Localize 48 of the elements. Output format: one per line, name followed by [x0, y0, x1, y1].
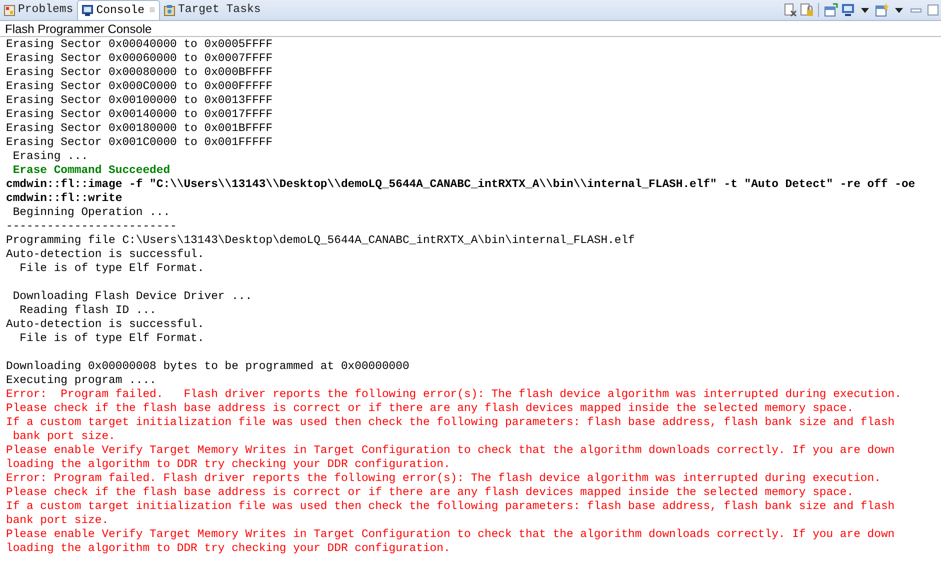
console-line: Erasing Sector 0x001C0000 to 0x001FFFFF: [6, 136, 273, 150]
console-line: loading the algorithm to DDR try checking your DDR configuration.: [6, 458, 450, 472]
tab[interactable]: Console ☒: [77, 0, 160, 20]
console-line: -------------------------: [6, 220, 177, 234]
console-line: Erasing Sector 0x000C0000 to 0x000FFFFF: [6, 80, 273, 94]
console-line: Please check if the flash base address is correct or if there are any flash devices mapped inside the selected memory space.: [6, 486, 854, 500]
console-line: Please enable Verify Target Memory Writes in Target Configuration to check that the algorithm downloads correctly. If you are down: [6, 528, 895, 542]
tab[interactable]: Target Tasks: [160, 0, 265, 20]
console-line: If a custom target initialization file was used then check the following parameters: flash base address, flash bank size and flash: [6, 416, 895, 430]
console-line: Erasing Sector 0x00100000 to 0x0013FFFF: [6, 94, 273, 108]
new-console-icon[interactable]: [874, 2, 889, 18]
console-line: loading the algorithm to DDR try checking your DDR configuration.: [6, 542, 450, 556]
console-line: Erasing Sector 0x00060000 to 0x0007FFFF: [6, 52, 273, 66]
console-line: Reading flash ID ...: [18, 304, 156, 318]
console-line: Erasing Sector 0x00080000 to 0x000BFFFF: [6, 66, 273, 80]
problems-icon: [4, 4, 15, 16]
console-line: cmdwin::fl::image -f "C:\\Users\\13143\\Desktop\\demoLQ_5644A_CANABC_intRXTX_A\\bin\\internal_FLASH.elf" -t "Auto Detect" -re off -oe: [6, 178, 916, 192]
console-line: Executing program ....: [6, 374, 156, 388]
console-line: bank port size.: [12, 430, 116, 444]
console-line: Beginning Operation ...: [12, 206, 170, 220]
close-icon[interactable]: ☒: [150, 4, 155, 18]
console-line: Erasing Sector 0x00040000 to 0x0005FFFF: [6, 38, 273, 52]
console-line: Auto-detection is successful.: [6, 248, 204, 262]
console-line: Erase Command Succeeded: [12, 164, 170, 178]
console-line: File is of type Elf Format.: [18, 262, 204, 276]
console-line: Downloading 0x00000008 bytes to be programmed at 0x00000000: [6, 360, 410, 374]
monitor-icon: [82, 5, 94, 16]
tab[interactable]: Problems: [0, 0, 78, 20]
lock-icon[interactable]: [799, 2, 814, 18]
console-line: cmdwin::fl::write: [6, 192, 122, 206]
clear-console-icon[interactable]: [782, 2, 797, 18]
console-line: Error: Program failed. Flash driver reports the following error(s): The flash device algorithm was interrupted during execution.: [6, 388, 902, 402]
console-line: bank port size.: [6, 514, 109, 528]
console-title: Flash Programmer Console: [0, 21, 941, 37]
console-line: Error: Program failed. Flash driver reports the following error(s): The flash device algorithm was interrupted during execution.: [6, 472, 881, 486]
console-line: Erasing ...: [12, 150, 88, 164]
console-line: Erasing Sector 0x00180000 to 0x001BFFFF: [6, 122, 273, 136]
console-line: Downloading Flash Device Driver ...: [12, 290, 252, 304]
clipboard-icon: [164, 4, 175, 16]
console-line: Programming file C:\Users\13143\Desktop\demoLQ_5644A_CANABC_intRXTX_A\bin\internal_FLASH.elf: [6, 234, 635, 248]
console-line: Auto-detection is successful.: [6, 318, 204, 332]
console-line: If a custom target initialization file was used then check the following parameters: flash base address, flash bank size and flash: [6, 500, 895, 514]
monitor-icon[interactable]: [840, 2, 855, 18]
console-line: Erasing Sector 0x00140000 to 0x0017FFFF: [6, 108, 273, 122]
console-line: Please check if the flash base address is correct or if there are any flash devices mapped inside the selected memory space.: [6, 402, 854, 416]
console-line: Please enable Verify Target Memory Writes in Target Configuration to check that the algorithm downloads correctly. If you are down: [6, 444, 895, 458]
console-line: File is of type Elf Format.: [18, 332, 204, 346]
maximize-icon[interactable]: [925, 2, 940, 18]
